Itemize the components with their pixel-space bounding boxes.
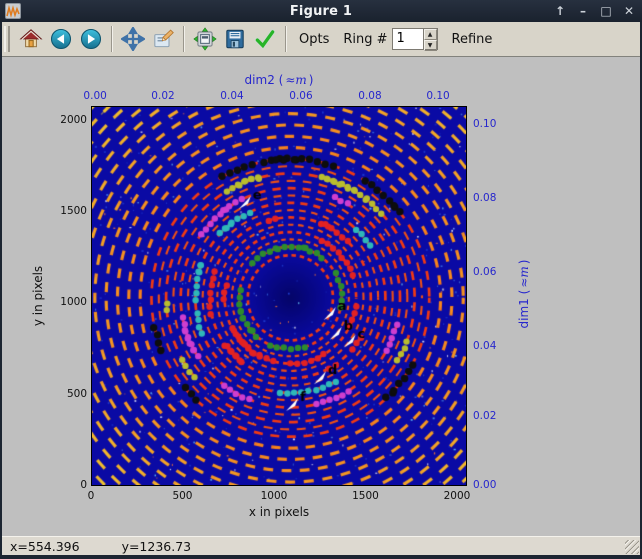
tick-label: 0.08	[348, 90, 392, 102]
tick-label: 1000	[41, 296, 87, 308]
tick-label: 2000	[435, 490, 479, 502]
tick-label: 2000	[41, 114, 87, 126]
tick-label: 500	[160, 490, 204, 502]
configure-subplots-icon	[193, 27, 217, 51]
ring-number-spinbox[interactable]: 1 ▲ ▼	[392, 28, 438, 50]
edit-icon	[151, 27, 175, 51]
maximize-button[interactable]: □	[599, 0, 613, 22]
titlebar[interactable]: Figure 1 ↑ – □ ✕	[0, 0, 642, 22]
forward-button[interactable]	[77, 25, 105, 53]
toolbar-grip[interactable]	[4, 26, 10, 52]
tick-label: 0.02	[141, 90, 185, 102]
apply-check-button[interactable]	[251, 25, 279, 53]
tick-label: 0.02	[473, 410, 513, 422]
apply-check-icon	[253, 27, 277, 51]
back-button[interactable]	[47, 25, 75, 53]
home-icon	[19, 27, 43, 51]
toolbar-separator	[111, 26, 113, 52]
cursor-y-readout: y=1236.73	[122, 539, 192, 554]
tick-label: 0.06	[279, 90, 323, 102]
tick-label: 1500	[41, 205, 87, 217]
ring-number-label: Ring #	[343, 32, 387, 47]
tick-label: 0.00	[473, 479, 513, 491]
window-frame	[0, 22, 2, 559]
toolbar-separator	[285, 26, 287, 52]
tick-label: 0	[41, 479, 87, 491]
tick-label: 1500	[343, 490, 387, 502]
top-axis-title: dim2 (≈m)	[91, 73, 467, 87]
tick-label: 0.04	[210, 90, 254, 102]
tick-label: 500	[41, 388, 87, 400]
forward-icon	[79, 27, 103, 51]
minimize-button[interactable]: –	[576, 0, 590, 22]
statusbar: x=554.396 y=1236.73	[2, 536, 640, 555]
pan-button[interactable]	[119, 25, 147, 53]
tick-label: 0.06	[473, 266, 513, 278]
tick-label: 0.04	[473, 340, 513, 352]
save-button[interactable]	[221, 25, 249, 53]
tick-label: 0.10	[473, 118, 513, 130]
spin-up-arrow[interactable]: ▲	[424, 29, 437, 40]
home-button[interactable]	[17, 25, 45, 53]
figure-canvas: dim2 (≈m) y in pixels dim1 (≈m) x in pix…	[2, 57, 640, 536]
toolbar-separator	[183, 26, 185, 52]
figure-window: Figure 1 ↑ – □ ✕	[0, 0, 642, 559]
ring-number-input[interactable]: 1	[393, 29, 423, 49]
tick-label: 0.10	[416, 90, 460, 102]
shade-button[interactable]: ↑	[553, 0, 567, 22]
opts-button[interactable]: Opts	[299, 32, 329, 47]
plot-canvas[interactable]	[92, 107, 466, 485]
save-icon	[223, 27, 247, 51]
right-axis-title: dim1 (≈m)	[517, 260, 531, 329]
back-icon	[49, 27, 73, 51]
spin-down-arrow[interactable]: ▼	[424, 40, 437, 51]
window-controls: ↑ – □ ✕	[553, 0, 636, 22]
window-title: Figure 1	[0, 4, 642, 19]
cursor-x-readout: x=554.396	[10, 539, 80, 554]
toolbar: Opts Ring # 1 ▲ ▼ Refine	[0, 22, 642, 57]
tick-label: 0.00	[73, 90, 117, 102]
pan-icon	[121, 27, 145, 51]
plot-axes	[91, 106, 467, 486]
window-frame	[0, 555, 642, 559]
tick-label: 0	[69, 490, 113, 502]
edit-button[interactable]	[149, 25, 177, 53]
close-button[interactable]: ✕	[622, 0, 636, 22]
refine-button[interactable]: Refine	[452, 32, 493, 47]
tick-label: 0.08	[473, 192, 513, 204]
configure-subplots-button[interactable]	[191, 25, 219, 53]
tick-label: 1000	[252, 490, 296, 502]
resize-grip[interactable]	[625, 540, 639, 554]
bottom-axis-title: x in pixels	[91, 505, 467, 519]
